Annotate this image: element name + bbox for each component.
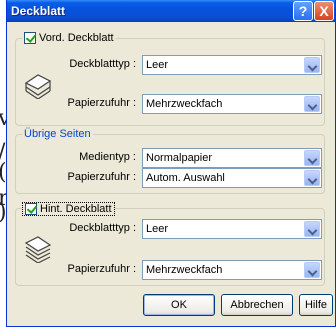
- other-pages-feed-label: Papierzufuhr :: [67, 171, 136, 183]
- close-button[interactable]: X: [314, 1, 334, 21]
- other-pages-group: Übrige Seiten Medientyp : Normalpapier P…: [15, 128, 325, 194]
- back-cover-type-value: Leer: [146, 223, 169, 235]
- back-cover-group: Hint. Deckblatt Deckblatttyp : Leer Papi…: [15, 202, 325, 286]
- front-cover-type-value: Leer: [146, 59, 169, 71]
- front-cover-checkbox-label: Vord. Deckblatt: [39, 32, 114, 44]
- media-type-label: Medientyp :: [79, 151, 136, 163]
- back-cover-type-label: Deckblatttyp :: [69, 222, 136, 234]
- chevron-down-icon[interactable]: [304, 96, 320, 112]
- chevron-down-icon[interactable]: [304, 170, 320, 186]
- back-cover-checkbox-label: Hint. Deckblatt: [40, 203, 112, 215]
- chevron-down-icon[interactable]: [304, 150, 320, 166]
- chevron-down-icon[interactable]: [304, 262, 320, 278]
- back-cover-feed-select[interactable]: Mehrzweckfach: [142, 260, 322, 280]
- chevron-down-icon[interactable]: [304, 221, 320, 237]
- back-cover-feed-value: Mehrzweckfach: [146, 264, 223, 276]
- ok-button[interactable]: OK: [143, 294, 215, 316]
- help-title-button[interactable]: ?: [293, 1, 313, 21]
- other-pages-feed-select[interactable]: Autom. Auswahl: [142, 168, 322, 188]
- back-cover-type-select[interactable]: Leer: [142, 219, 322, 239]
- cancel-button[interactable]: Abbrechen: [221, 294, 293, 316]
- deckblatt-dialog: Deckblatt ? X Vord. Deckblatt Deckblattt…: [6, 0, 336, 327]
- back-cover-checkbox[interactable]: [25, 203, 37, 215]
- other-pages-legend: Übrige Seiten: [22, 128, 93, 140]
- front-cover-feed-label: Papierzufuhr :: [67, 97, 136, 109]
- front-cover-group: Vord. Deckblatt Deckblatttyp : Leer Papi…: [15, 32, 325, 126]
- front-cover-feed-value: Mehrzweckfach: [146, 98, 223, 110]
- media-type-select[interactable]: Normalpapier: [142, 148, 322, 168]
- help-button[interactable]: Hilfe: [299, 294, 333, 316]
- front-cover-type-label: Deckblatttyp :: [69, 58, 136, 70]
- paper-stack-icon: [24, 74, 52, 99]
- other-pages-feed-value: Autom. Auswahl: [146, 172, 225, 184]
- front-cover-checkbox[interactable]: [24, 32, 36, 44]
- back-cover-legend[interactable]: Hint. Deckblatt: [22, 202, 115, 216]
- back-cover-feed-label: Papierzufuhr :: [67, 263, 136, 275]
- front-cover-type-select[interactable]: Leer: [142, 55, 322, 75]
- media-type-value: Normalpapier: [146, 152, 213, 164]
- front-cover-legend[interactable]: Vord. Deckblatt: [22, 32, 116, 44]
- front-cover-feed-select[interactable]: Mehrzweckfach: [142, 94, 322, 114]
- chevron-down-icon[interactable]: [304, 57, 320, 73]
- paper-stack-icon: [24, 236, 52, 263]
- title-bar[interactable]: Deckblatt ? X: [7, 0, 335, 22]
- window-title: Deckblatt: [11, 4, 66, 18]
